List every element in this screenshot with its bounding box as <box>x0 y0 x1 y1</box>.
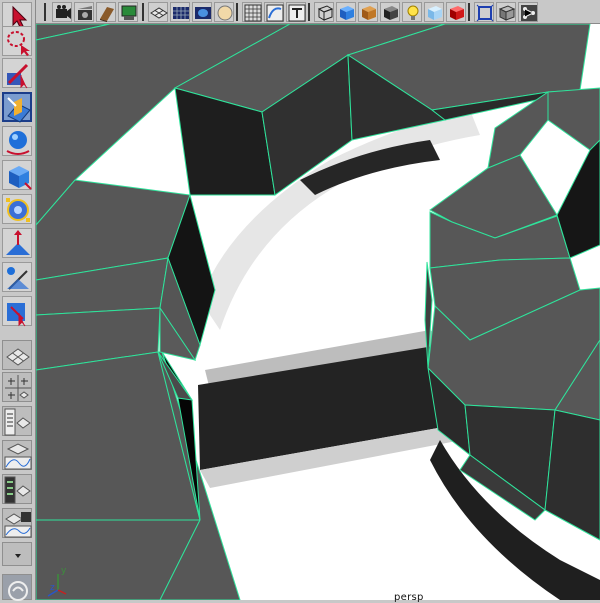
paint-select-tool-button[interactable] <box>2 58 32 89</box>
last-tool-used-button[interactable] <box>2 296 32 327</box>
wireframe-button[interactable] <box>148 2 168 22</box>
sphere-icon <box>217 5 233 21</box>
rotate-tool-button[interactable] <box>2 126 32 156</box>
render-settings-button[interactable] <box>118 2 138 22</box>
outliner-persp-layout-button[interactable] <box>2 406 32 436</box>
light-bulb-button[interactable] <box>402 2 422 22</box>
single-pane-layout-icon <box>6 348 30 366</box>
toolbox <box>0 0 36 601</box>
ice-cube-button[interactable] <box>424 2 444 22</box>
hierarchy-icon <box>521 5 537 21</box>
graph-editor-persp-layout-icon <box>4 443 32 470</box>
perspective-viewport[interactable]: y z <box>36 24 600 600</box>
uv-editor-layout-button[interactable] <box>2 508 32 538</box>
paint-select-tool-icon <box>7 63 29 89</box>
wireframe-icon <box>150 7 168 19</box>
light-bulb-icon <box>407 5 419 20</box>
last-tool-used-icon <box>7 303 26 327</box>
uv-editor-layout-icon <box>4 512 32 538</box>
select-frame-icon <box>476 4 494 22</box>
blue-cube-button[interactable] <box>336 2 356 22</box>
texture-book-button[interactable] <box>96 2 116 22</box>
show-manipulator-button[interactable] <box>2 262 32 292</box>
four-pane-layout-icon <box>5 375 31 401</box>
wood-box-button[interactable] <box>358 2 378 22</box>
shelf-toolbar <box>36 0 600 24</box>
red-cube-icon <box>450 6 464 20</box>
hierarchy-button[interactable] <box>518 2 538 22</box>
film-clapper-icon <box>78 6 92 20</box>
hypershade-persp-layout-button[interactable] <box>2 474 32 504</box>
select-frame-button[interactable] <box>474 2 494 22</box>
hypershade-persp-layout-icon <box>4 476 31 504</box>
uv-icon <box>195 7 211 19</box>
text-button[interactable] <box>286 2 306 22</box>
camera-name-label: persp <box>394 592 424 603</box>
move-tool-button[interactable] <box>2 92 32 123</box>
sphere-button[interactable] <box>214 2 234 22</box>
rotate-tool-icon <box>6 131 30 155</box>
blue-cube-icon <box>340 6 354 20</box>
move-tool-icon <box>7 97 31 123</box>
lasso-tool-icon <box>7 31 30 56</box>
red-cube-button[interactable] <box>446 2 466 22</box>
render-settings-icon <box>121 5 137 20</box>
show-manipulator-icon <box>7 267 29 290</box>
cube-wireframe-button[interactable] <box>314 2 334 22</box>
snap-grid-button[interactable] <box>242 2 262 22</box>
soft-modification-icon <box>6 230 30 255</box>
camera-button[interactable] <box>52 2 72 22</box>
universal-manipulator-button[interactable] <box>2 194 32 224</box>
axis-z-label: z <box>50 583 55 593</box>
more-layouts-button[interactable] <box>2 542 32 566</box>
snap-grid-icon <box>244 4 262 22</box>
wood-box-icon <box>362 6 376 20</box>
single-pane-layout-button[interactable] <box>2 340 32 370</box>
scale-tool-icon <box>9 166 32 190</box>
camera-box-button[interactable] <box>380 2 400 22</box>
soft-modification-button[interactable] <box>2 228 32 258</box>
shelf-separator <box>308 3 310 21</box>
shelf-separator <box>468 3 470 21</box>
film-clapper-button[interactable] <box>74 2 94 22</box>
outliner-persp-layout-icon <box>4 408 31 436</box>
script-editor-icon <box>8 581 28 601</box>
isolate-cube-button[interactable] <box>496 2 516 22</box>
texture-book-icon <box>100 7 114 22</box>
viewport-scene <box>36 24 600 600</box>
shelf-separator <box>236 3 238 21</box>
camera-box-icon <box>384 6 398 20</box>
snap-curve-icon <box>266 4 284 22</box>
shelf-separator <box>44 3 46 21</box>
grid-icon <box>173 7 189 19</box>
grid-button[interactable] <box>170 2 190 22</box>
snap-curve-button[interactable] <box>264 2 284 22</box>
text-icon <box>288 4 306 22</box>
camera-icon <box>56 5 71 19</box>
cube-wireframe-icon <box>317 5 334 21</box>
four-pane-layout-button[interactable] <box>2 372 32 402</box>
graph-editor-persp-layout-button[interactable] <box>2 440 32 470</box>
axis-y-label: y <box>61 566 67 576</box>
isolate-cube-icon <box>498 5 516 21</box>
scale-tool-button[interactable] <box>2 160 32 190</box>
shelf-separator <box>142 3 144 21</box>
universal-manipulator-icon <box>6 198 30 222</box>
ice-cube-icon <box>428 6 442 20</box>
lasso-tool-button[interactable] <box>2 26 32 56</box>
more-layouts-icon <box>15 554 21 558</box>
uv-button[interactable] <box>192 2 212 22</box>
script-editor-button[interactable] <box>2 574 32 601</box>
